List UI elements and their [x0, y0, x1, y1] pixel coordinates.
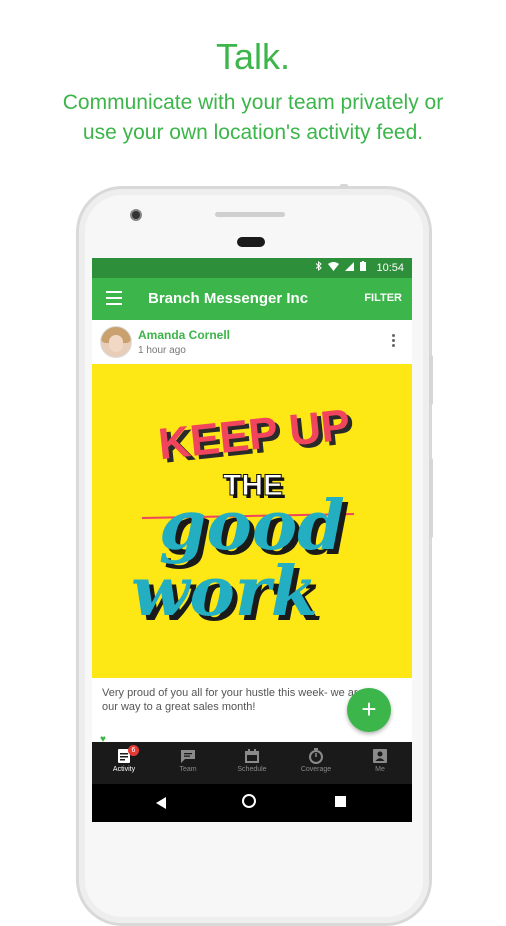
- new-post-fab-button[interactable]: +: [347, 688, 391, 732]
- status-bar: 10:54: [92, 258, 412, 278]
- tab-me-label: Me: [375, 766, 385, 773]
- filter-button[interactable]: FILTER: [364, 292, 402, 304]
- tab-activity-label: Activity: [112, 766, 136, 773]
- phone-top-notch: [340, 184, 348, 188]
- lettering-keep-up: KEEP UP: [156, 400, 352, 469]
- speaker-grille: [215, 212, 285, 217]
- system-nav-bar: [92, 784, 412, 822]
- tab-activity[interactable]: 6 Activity: [92, 742, 156, 784]
- tab-team-label: Team: [179, 766, 197, 773]
- bluetooth-icon: [315, 260, 322, 272]
- bottom-tab-bar: 6 Activity Team Schedule Coverage Me: [92, 742, 412, 784]
- tab-coverage[interactable]: Coverage: [284, 742, 348, 784]
- lettering-work: work: [131, 552, 318, 632]
- status-icons: [315, 260, 366, 274]
- tab-schedule-label: Schedule: [237, 766, 267, 773]
- proximity-sensor: [237, 237, 265, 247]
- phone-power-button: [429, 355, 433, 405]
- promo-subtitle-line1: Communicate with your team privately or: [62, 91, 444, 114]
- avatar[interactable]: [100, 326, 132, 358]
- post-header: Amanda Cornell 1 hour ago: [92, 320, 412, 364]
- tab-me[interactable]: Me: [348, 742, 412, 784]
- plus-icon: +: [361, 694, 377, 724]
- signal-icon: [344, 262, 354, 271]
- front-camera: [130, 209, 142, 221]
- tab-schedule[interactable]: Schedule: [220, 742, 284, 784]
- tab-coverage-label: Coverage: [300, 766, 332, 773]
- promo-subtitle-line2: use your own location's activity feed.: [82, 121, 424, 144]
- app-title: Branch Messenger Inc: [148, 290, 309, 307]
- phone-volume-button: [429, 458, 433, 538]
- promo-subtitle: Communicate with your team privately or …: [0, 88, 506, 148]
- tab-team[interactable]: Team: [156, 742, 220, 784]
- post-timestamp: 1 hour ago: [138, 345, 186, 356]
- post-image[interactable]: KEEP UP KEEP UP THE THE good good work w…: [92, 364, 412, 678]
- activity-badge: 6: [128, 745, 139, 756]
- calendar-icon: [245, 749, 259, 763]
- hamburger-menu-icon[interactable]: [106, 291, 122, 305]
- promo-title: Talk.: [215, 36, 291, 77]
- phone-screen: 10:54 Branch Messenger Inc FILTER Amanda…: [92, 258, 412, 822]
- nav-recents-icon[interactable]: [335, 796, 346, 807]
- keep-up-the-good-work-illustration: KEEP UP KEEP UP THE THE good good work w…: [131, 400, 357, 637]
- nav-home-icon[interactable]: [242, 794, 256, 808]
- stopwatch-icon: [309, 748, 323, 764]
- more-options-icon[interactable]: [392, 334, 396, 349]
- status-time: 10:54: [376, 262, 404, 274]
- wifi-icon: [327, 262, 339, 271]
- nav-back-icon[interactable]: [156, 797, 166, 809]
- chat-icon: [181, 750, 195, 763]
- battery-icon: [360, 261, 366, 271]
- post-author[interactable]: Amanda Cornell: [138, 328, 230, 342]
- app-bar: Branch Messenger Inc FILTER: [92, 278, 412, 320]
- profile-icon: [373, 749, 387, 763]
